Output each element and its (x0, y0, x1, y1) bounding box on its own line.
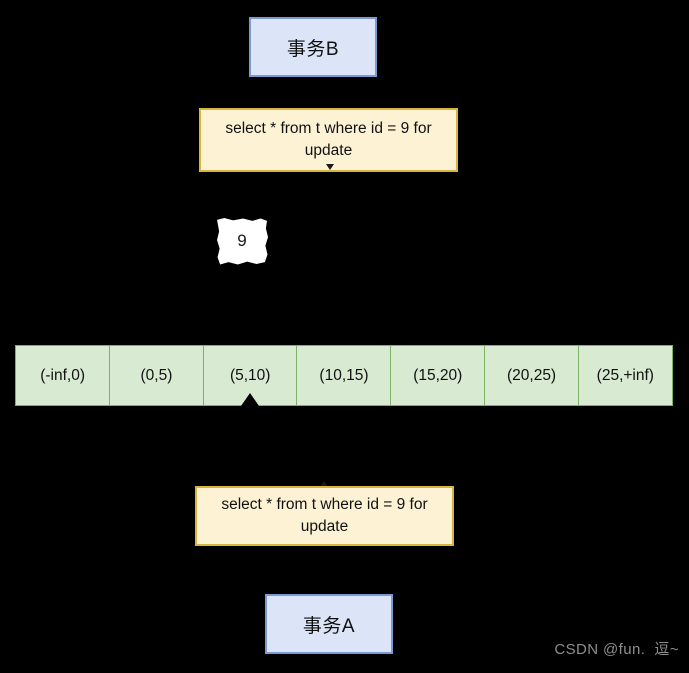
sql-statement-top-box[interactable]: select * from t where id = 9 for update (199, 108, 458, 172)
sql-statement-bottom-text: select * from t where id = 9 for update (221, 495, 428, 535)
diagram-canvas: 事务B select * from t where id = 9 for upd… (0, 0, 689, 673)
lock-value-note: 9 (216, 217, 268, 265)
interval-cell[interactable]: (10,15) (296, 345, 392, 406)
interval-row: (-inf,0) (0,5) (5,10) (10,15) (15,20) (2… (15, 345, 673, 406)
csdn-watermark: CSDN @fun. 逗~ (554, 641, 679, 658)
sql-statement-bottom-box[interactable]: select * from t where id = 9 for update (195, 486, 454, 546)
transaction-b-box[interactable]: 事务B (249, 17, 377, 77)
sql-statement-top-text: select * from t where id = 9 for update (225, 119, 432, 159)
interval-cell[interactable]: (20,25) (483, 345, 580, 406)
interval-cell[interactable]: (25,+inf) (577, 345, 673, 406)
transaction-b-label: 事务B (286, 38, 340, 60)
arrow-gap-lock-up-icon (241, 393, 259, 406)
interval-cell[interactable]: (-inf,0) (15, 345, 111, 406)
transaction-a-label: 事务A (302, 615, 356, 637)
interval-cell[interactable]: (15,20) (390, 345, 486, 406)
arrow-into-statement-top-icon (326, 164, 334, 170)
interval-cell[interactable]: (0,5) (108, 345, 205, 406)
transaction-a-box[interactable]: 事务A (265, 594, 393, 654)
note-value: 9 (237, 231, 247, 250)
